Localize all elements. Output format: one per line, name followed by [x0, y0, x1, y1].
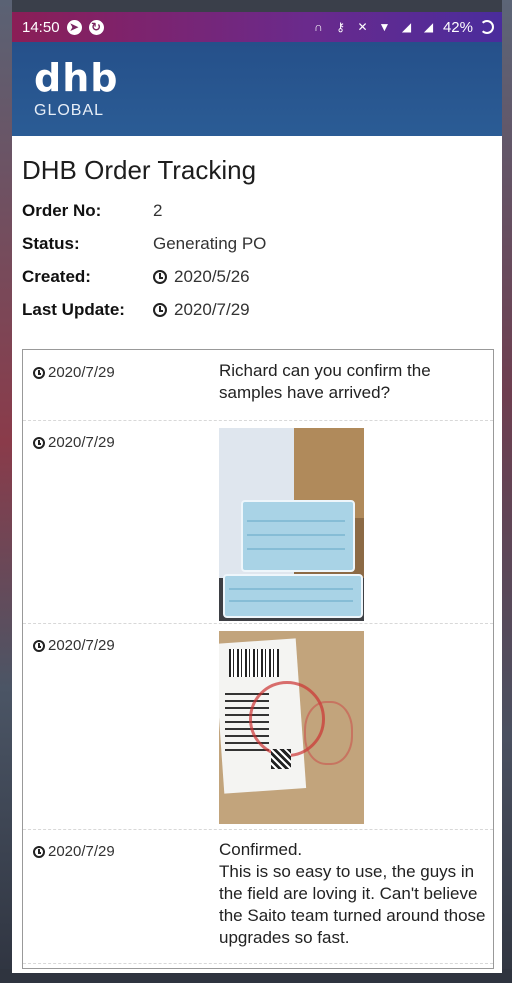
feed-entry: 2020/7/29: [23, 623, 493, 830]
phone-screen: 14:50 ➤ ↻ ∩ ⚷ ✕ ▼ ◢ ◢ 42% dhb GLOBAL DHB…: [12, 12, 502, 973]
activity-feed[interactable]: 2020/7/29 Richard can you confirm the sa…: [22, 349, 494, 969]
clock-icon: [33, 366, 45, 379]
clock-icon: [153, 269, 167, 284]
created-label: Created:: [22, 266, 91, 286]
last-update-value: 2020/7/29: [174, 299, 250, 319]
logo[interactable]: dhb: [34, 56, 118, 100]
status-time: 14:50: [22, 18, 60, 36]
order-number-value: 2: [153, 200, 163, 220]
headset-icon: ∩: [314, 19, 323, 34]
mute-icon: ✕: [357, 19, 368, 34]
created-row: Created: 2020/5/26: [22, 260, 492, 293]
entry-message: Confirmed.: [219, 840, 303, 859]
feed-entry: 2020/7/29 Confirmed. This is so easy to …: [23, 829, 493, 964]
status-bar: 14:50 ➤ ↻ ∩ ⚷ ✕ ▼ ◢ ◢ 42%: [12, 12, 502, 42]
entry-photo-label[interactable]: [219, 631, 364, 824]
signal-icon: ◢: [401, 19, 412, 34]
status-value: Generating PO: [153, 233, 267, 253]
order-number-row: Order No: 2: [22, 194, 492, 227]
logo-subtitle: GLOBAL: [34, 102, 105, 119]
key-icon: ⚷: [336, 19, 345, 34]
battery-icon: [480, 20, 494, 34]
entry-date: 2020/7/29: [48, 434, 115, 451]
status-label: Status:: [22, 233, 80, 253]
telegram-icon: ➤: [66, 19, 82, 35]
entry-photo-masks[interactable]: [219, 428, 364, 621]
clock-icon: [33, 845, 45, 858]
last-update-row: Last Update: 2020/7/29: [22, 293, 492, 326]
clock-icon: [153, 302, 167, 317]
feed-entry: 2020/7/29: [23, 420, 493, 624]
order-details: Order No: 2 Status: Generating PO Create…: [22, 194, 492, 326]
app-header: dhb GLOBAL: [12, 42, 502, 136]
battery-percent: 42%: [442, 18, 473, 36]
background-right: [502, 0, 512, 983]
entry-date: 2020/7/29: [48, 637, 115, 654]
background-left: [0, 0, 12, 983]
status-row: Status: Generating PO: [22, 227, 492, 260]
order-number-label: Order No:: [22, 200, 102, 220]
page-title: DHB Order Tracking: [22, 155, 257, 185]
entry-date: 2020/7/29: [48, 364, 115, 381]
clock-icon: [33, 639, 45, 652]
sync-icon: ↻: [88, 19, 104, 35]
wifi-icon: ▼: [378, 19, 391, 34]
signal-icon: ◢: [423, 19, 434, 34]
entry-date: 2020/7/29: [48, 843, 115, 860]
entry-message: This is so easy to use, the guys in the …: [219, 862, 486, 947]
clock-icon: [33, 436, 45, 449]
feed-entry: 2020/7/29 Richard can you confirm the sa…: [23, 350, 493, 421]
created-value: 2020/5/26: [174, 266, 250, 286]
last-update-label: Last Update:: [22, 299, 125, 319]
entry-message: Richard can you confirm the samples have…: [219, 361, 431, 402]
